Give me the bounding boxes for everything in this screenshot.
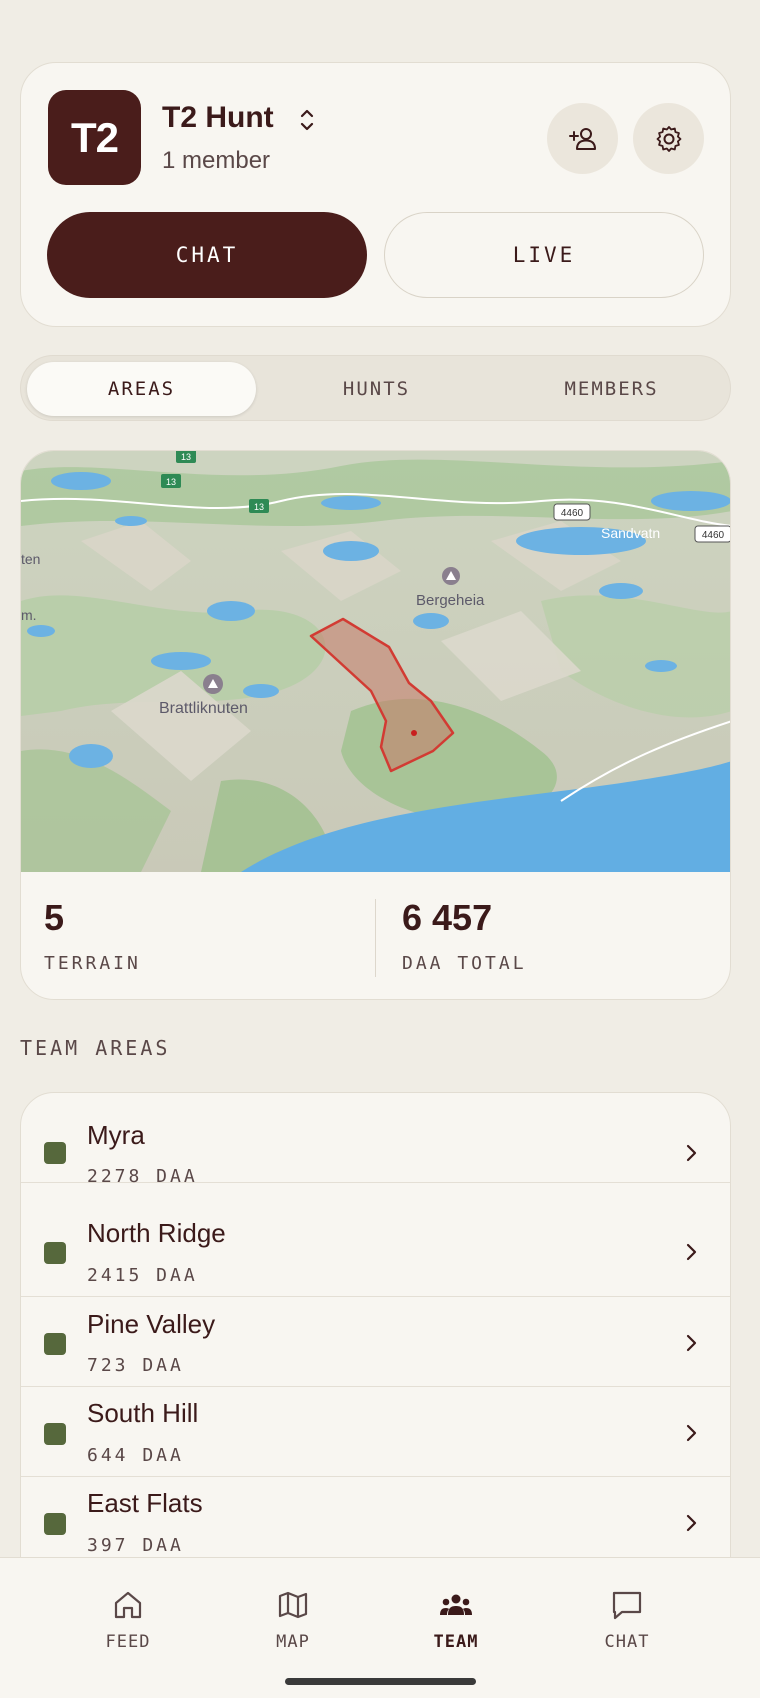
area-name: North Ridge [87,1218,226,1248]
tab-areas[interactable]: AREAS [27,362,256,416]
settings-button[interactable] [633,103,704,174]
nav-team-label: TEAM [433,1632,479,1652]
team-name[interactable]: T2 Hunt [162,101,274,135]
live-button[interactable]: LIVE [384,212,704,298]
area-name: South Hill [87,1398,199,1428]
tab-members[interactable]: MEMBERS [497,362,726,416]
area-color-swatch [44,1242,66,1264]
list-item[interactable]: North Ridge 2415 DAA [21,1207,730,1297]
areas-overview-card: 13 13 13 4460 4460 Sandvatn Bergeheia Br… [20,450,731,1000]
tab-hunts[interactable]: HUNTS [262,362,491,416]
team-header-card: T2 T2 Hunt 1 member CHAT LIVE [20,62,731,327]
gear-icon [656,125,681,152]
home-icon [114,1591,142,1619]
terrain-count: 5 [44,897,65,938]
list-item[interactable]: South Hill 644 DAA [21,1387,730,1477]
terrain-label: TERRAIN [44,953,141,974]
terrain-stat: 5 TERRAIN [44,897,141,974]
nav-map[interactable]: MAP [233,1588,353,1652]
map-label-ten: ten [21,551,40,567]
nav-chat-label: CHAT [604,1632,650,1652]
area-size: 2278 DAA [87,1166,198,1187]
map-icon [278,1591,308,1619]
chevron-right-icon [686,1334,697,1352]
chevron-right-icon [686,1424,697,1442]
nav-feed-label: FEED [105,1632,151,1652]
road-label-4460b: 4460 [702,530,725,541]
area-color-swatch [44,1423,66,1445]
member-count: 1 member [162,147,271,174]
chevron-right-icon [686,1243,697,1261]
team-areas-heading: TEAM AREAS [20,1036,171,1060]
list-item[interactable]: East Flats 397 DAA [21,1477,730,1561]
nav-team[interactable]: TEAM [396,1588,516,1652]
bottom-nav-bar: FEED MAP TEAM CHAT [0,1557,760,1698]
add-member-button[interactable] [547,103,618,174]
stat-divider [375,899,376,977]
daa-stat: 6 457 DAA TOTAL [402,897,527,974]
list-item[interactable]: Pine Valley 723 DAA [21,1297,730,1387]
chat-bubble-icon [612,1591,642,1620]
map-label-bergeheia: Bergeheia [416,592,485,609]
home-indicator [285,1678,476,1685]
chevron-up-down-icon[interactable] [297,105,317,135]
nav-map-label: MAP [276,1632,310,1652]
team-icon [440,1594,472,1615]
chevron-right-icon [686,1514,697,1532]
team-logo[interactable]: T2 [48,90,141,185]
area-size: 723 DAA [87,1355,184,1376]
area-size: 397 DAA [87,1535,184,1556]
area-size: 2415 DAA [87,1265,198,1286]
area-color-swatch [44,1513,66,1535]
map-label-brattliknuten: Brattliknuten [159,700,248,717]
daa-total-label: DAA TOTAL [402,953,527,974]
area-name: Pine Valley [87,1309,216,1339]
road-label-13b: 13 [166,477,176,487]
area-color-swatch [44,1142,66,1164]
area-name: East Flats [87,1488,203,1518]
add-person-icon [568,127,596,150]
road-label-13c: 13 [254,502,264,512]
area-color-swatch [44,1333,66,1355]
team-areas-list: Myra 2278 DAA North Ridge 2415 DAA Pine … [20,1092,731,1562]
map-label-m: m. [21,607,37,623]
map-label-sandvatn: Sandvatn [601,525,660,541]
chat-button[interactable]: CHAT [47,212,367,298]
list-item[interactable]: Myra 2278 DAA [21,1093,730,1187]
nav-chat[interactable]: CHAT [567,1588,687,1652]
chevron-right-icon [686,1144,697,1162]
section-tabs: AREAS HUNTS MEMBERS [20,355,731,421]
road-label-13a: 13 [181,452,191,462]
area-size: 644 DAA [87,1445,184,1466]
road-label-4460a: 4460 [561,508,584,519]
area-name: Myra [87,1120,145,1150]
daa-total-value: 6 457 [402,897,493,938]
terrain-map[interactable]: 13 13 13 4460 4460 Sandvatn Bergeheia Br… [21,451,731,872]
nav-feed[interactable]: FEED [68,1588,188,1652]
